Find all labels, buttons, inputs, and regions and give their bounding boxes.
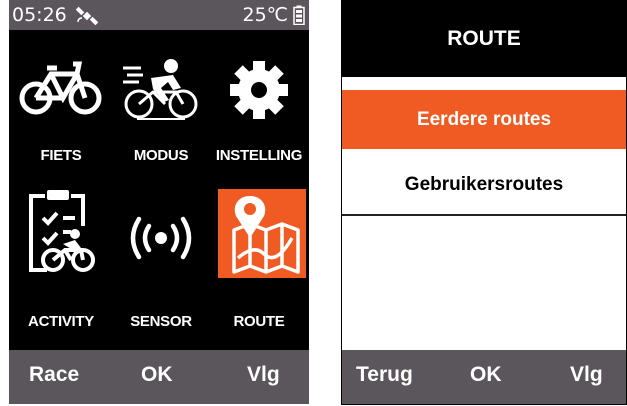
back-button[interactable]: Terug [356, 363, 413, 387]
activity-icon [29, 190, 95, 272]
softkey-bar: Terug OK Vlg [342, 350, 626, 404]
tile-label: ROUTE [233, 313, 285, 330]
main-menu-screen: 05:26 25℃ FIETS MODUS INSTELLING ACTIVIT… [9, 0, 309, 404]
status-bar: 05:26 25℃ [9, 0, 309, 30]
next-button[interactable]: Vlg [247, 363, 280, 387]
sensor-icon [130, 216, 192, 260]
menu-tile-modus[interactable]: MODUS [113, 30, 209, 180]
route-menu-screen: ROUTE Eerdere routes Gebruikersroutes Te… [341, 0, 627, 405]
menu-item-eerdere-routes[interactable]: Eerdere routes [342, 90, 626, 149]
tile-label: SENSOR [130, 313, 192, 330]
cyclist-icon [123, 59, 198, 120]
page-title: ROUTE [342, 0, 626, 77]
satellite-icon [75, 6, 99, 26]
softkey-bar: Race OK Vlg [9, 350, 309, 404]
menu-tile-instelling[interactable]: INSTELLING [211, 30, 307, 180]
next-button[interactable]: Vlg [570, 363, 603, 387]
clock-time: 05:26 [12, 4, 67, 26]
menu-item-gebruikersroutes[interactable]: Gebruikersroutes [342, 155, 626, 216]
temperature-reading: 25℃ [242, 4, 288, 26]
tile-label: INSTELLING [215, 147, 303, 164]
ok-button[interactable]: OK [470, 363, 502, 387]
battery-icon [293, 5, 305, 25]
menu-tile-activity[interactable]: ACTIVITY [13, 180, 109, 330]
race-button[interactable]: Race [29, 363, 79, 387]
route-map-icon [232, 196, 300, 274]
menu-tile-route[interactable]: ROUTE [211, 180, 307, 330]
tile-label: MODUS [133, 147, 189, 164]
ok-button[interactable]: OK [141, 363, 173, 387]
menu-tile-sensor[interactable]: SENSOR [113, 180, 209, 330]
tile-label: FIETS [40, 147, 82, 164]
tile-label: ACTIVITY [28, 313, 94, 330]
gear-icon [230, 61, 288, 119]
bicycle-icon [19, 61, 102, 115]
menu-tile-fiets[interactable]: FIETS [13, 30, 109, 180]
